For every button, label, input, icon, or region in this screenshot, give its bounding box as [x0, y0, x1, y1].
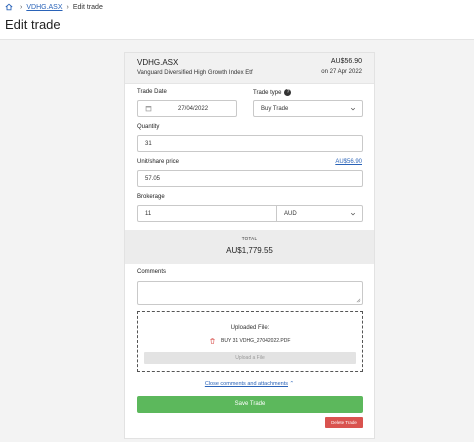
unit-price-input[interactable]: 57.05: [137, 170, 363, 187]
upload-file-button[interactable]: Upload a File: [144, 352, 356, 364]
comments-textarea[interactable]: [137, 281, 363, 305]
brokerage-input[interactable]: 11: [137, 205, 277, 222]
total-panel: TOTAL AU$1,779.55: [125, 230, 374, 264]
edit-trade-card: VDHG.ASX Vanguard Diversified High Growt…: [124, 52, 375, 439]
total-label: TOTAL: [241, 236, 258, 241]
chevron-up-icon: ⌃: [289, 381, 295, 387]
breadcrumb-current: Edit trade: [72, 3, 103, 11]
upload-dropzone[interactable]: Uploaded File: BUY 31 VDHG_27042022.PDF …: [137, 311, 363, 372]
brokerage-value: 11: [145, 210, 152, 217]
quantity-value: 31: [145, 140, 152, 147]
uploaded-file-item: BUY 31 VDHG_27042022.PDF: [210, 338, 290, 344]
breadcrumb: › VDHG.ASX › Edit trade: [5, 3, 103, 11]
chevron-right-icon: ›: [66, 3, 69, 11]
chevron-right-icon: ›: [20, 3, 23, 11]
trade-date-value: 27/04/2022: [178, 105, 209, 112]
total-value: AU$1,779.55: [226, 246, 273, 255]
breadcrumb-link-holding[interactable]: VDHG.ASX: [26, 4, 62, 11]
comments-label: Comments: [137, 269, 167, 275]
holding-symbol: VDHG.ASX: [137, 58, 179, 67]
trade-date-label: Trade Date: [137, 89, 167, 95]
holding-header: VDHG.ASX Vanguard Diversified High Growt…: [125, 53, 374, 84]
page-title: Edit trade: [5, 17, 61, 32]
trade-type-value: Buy Trade: [261, 105, 289, 112]
resize-handle-icon[interactable]: [356, 298, 361, 303]
help-icon[interactable]: ?: [284, 89, 292, 96]
uploaded-file-name[interactable]: BUY 31 VDHG_27042022.PDF: [221, 338, 290, 344]
save-trade-button[interactable]: Save Trade: [137, 396, 363, 413]
holding-price-date: on 27 Apr 2022: [321, 69, 362, 75]
unit-price-market-link[interactable]: AU$56.90: [335, 159, 362, 165]
holding-price: AU$56.90: [330, 58, 362, 65]
currency-value: AUD: [284, 210, 297, 217]
close-comments-label[interactable]: Close comments and attachments: [205, 381, 288, 387]
chevron-down-icon: [350, 107, 356, 111]
holding-name: Vanguard Diversified High Growth Index E…: [137, 70, 253, 76]
quantity-label: Quantity: [137, 124, 160, 130]
delete-trade-button[interactable]: Delete Trade: [325, 417, 363, 428]
trade-type-label: Trade type?: [253, 89, 292, 96]
trash-icon[interactable]: [210, 338, 215, 344]
brokerage-label: Brokerage: [137, 194, 165, 200]
close-comments-link[interactable]: Close comments and attachments ⌃: [125, 381, 374, 387]
uploaded-file-title: Uploaded File:: [230, 325, 270, 331]
chevron-down-icon: [350, 212, 356, 216]
currency-select[interactable]: AUD: [276, 205, 363, 222]
trade-date-input[interactable]: 27/04/2022: [137, 100, 237, 117]
unit-price-label: Unit/share price: [137, 159, 180, 165]
home-icon[interactable]: [5, 3, 13, 11]
trade-type-select[interactable]: Buy Trade: [253, 100, 363, 117]
calendar-icon: [145, 106, 152, 112]
top-bar: › VDHG.ASX › Edit trade Edit trade: [0, 0, 474, 40]
unit-price-value: 57.05: [145, 175, 161, 182]
quantity-input[interactable]: 31: [137, 135, 363, 152]
